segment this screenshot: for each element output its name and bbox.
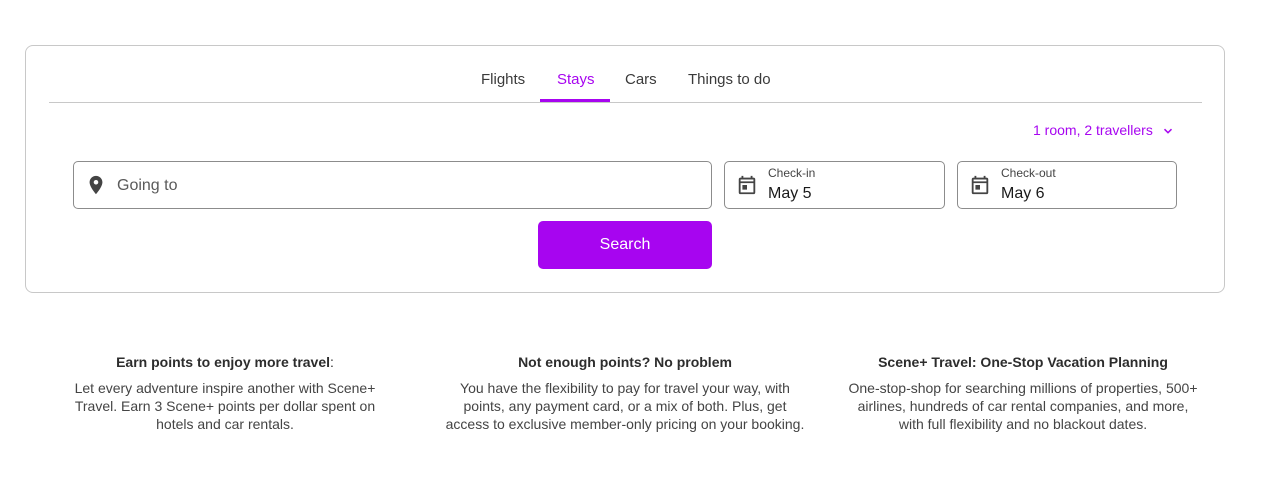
tab-cars[interactable]: Cars: [625, 71, 657, 88]
tab-flights[interactable]: Flights: [481, 71, 525, 88]
stays-search-card: Flights Stays Cars Things to do 1 room, …: [25, 45, 1225, 293]
feature-text: One-stop-shop for searching millions of …: [848, 380, 1198, 432]
product-tabs: Flights Stays Cars Things to do: [49, 46, 1202, 103]
tab-stays[interactable]: Stays: [557, 71, 595, 88]
feature-one-stop-planning: Scene+ Travel: One-Stop Vacation Plannin…: [848, 353, 1198, 433]
travellers-selector[interactable]: 1 room, 2 travellers: [1033, 122, 1173, 139]
check-in-label: Check-in: [768, 166, 816, 180]
check-in-field[interactable]: Check-in May 5: [724, 161, 945, 209]
feature-title: Earn points to enjoy more travel:: [60, 353, 390, 371]
feature-text: Let every adventure inspire another with…: [74, 380, 376, 432]
feature-title-suffix: :: [330, 354, 334, 370]
feature-title-text: Scene+ Travel: One-Stop Vacation Plannin…: [878, 354, 1168, 370]
tab-things-to-do[interactable]: Things to do: [688, 71, 771, 88]
active-tab-indicator: [540, 99, 610, 102]
check-out-value: May 6: [1001, 185, 1045, 202]
destination-field[interactable]: Going to: [73, 161, 712, 209]
calendar-icon: [736, 174, 758, 196]
feature-title: Not enough points? No problem: [445, 353, 805, 371]
check-out-label: Check-out: [1001, 166, 1056, 180]
calendar-icon: [969, 174, 991, 196]
check-in-value: May 5: [768, 185, 812, 202]
check-out-field[interactable]: Check-out May 6: [957, 161, 1177, 209]
map-pin-icon: [85, 174, 107, 196]
destination-placeholder: Going to: [117, 177, 178, 194]
feature-title-text: Earn points to enjoy more travel: [116, 354, 331, 370]
chevron-down-icon: [1163, 123, 1173, 139]
feature-title-text: Not enough points? No problem: [518, 354, 732, 370]
search-button[interactable]: Search: [538, 221, 712, 269]
feature-earn-points: Earn points to enjoy more travel: Let ev…: [60, 353, 390, 433]
feature-not-enough-points: Not enough points? No problem You have t…: [445, 353, 805, 433]
travellers-label: 1 room, 2 travellers: [1033, 122, 1153, 138]
feature-text: You have the flexibility to pay for trav…: [445, 380, 805, 432]
feature-title: Scene+ Travel: One-Stop Vacation Plannin…: [848, 353, 1198, 371]
